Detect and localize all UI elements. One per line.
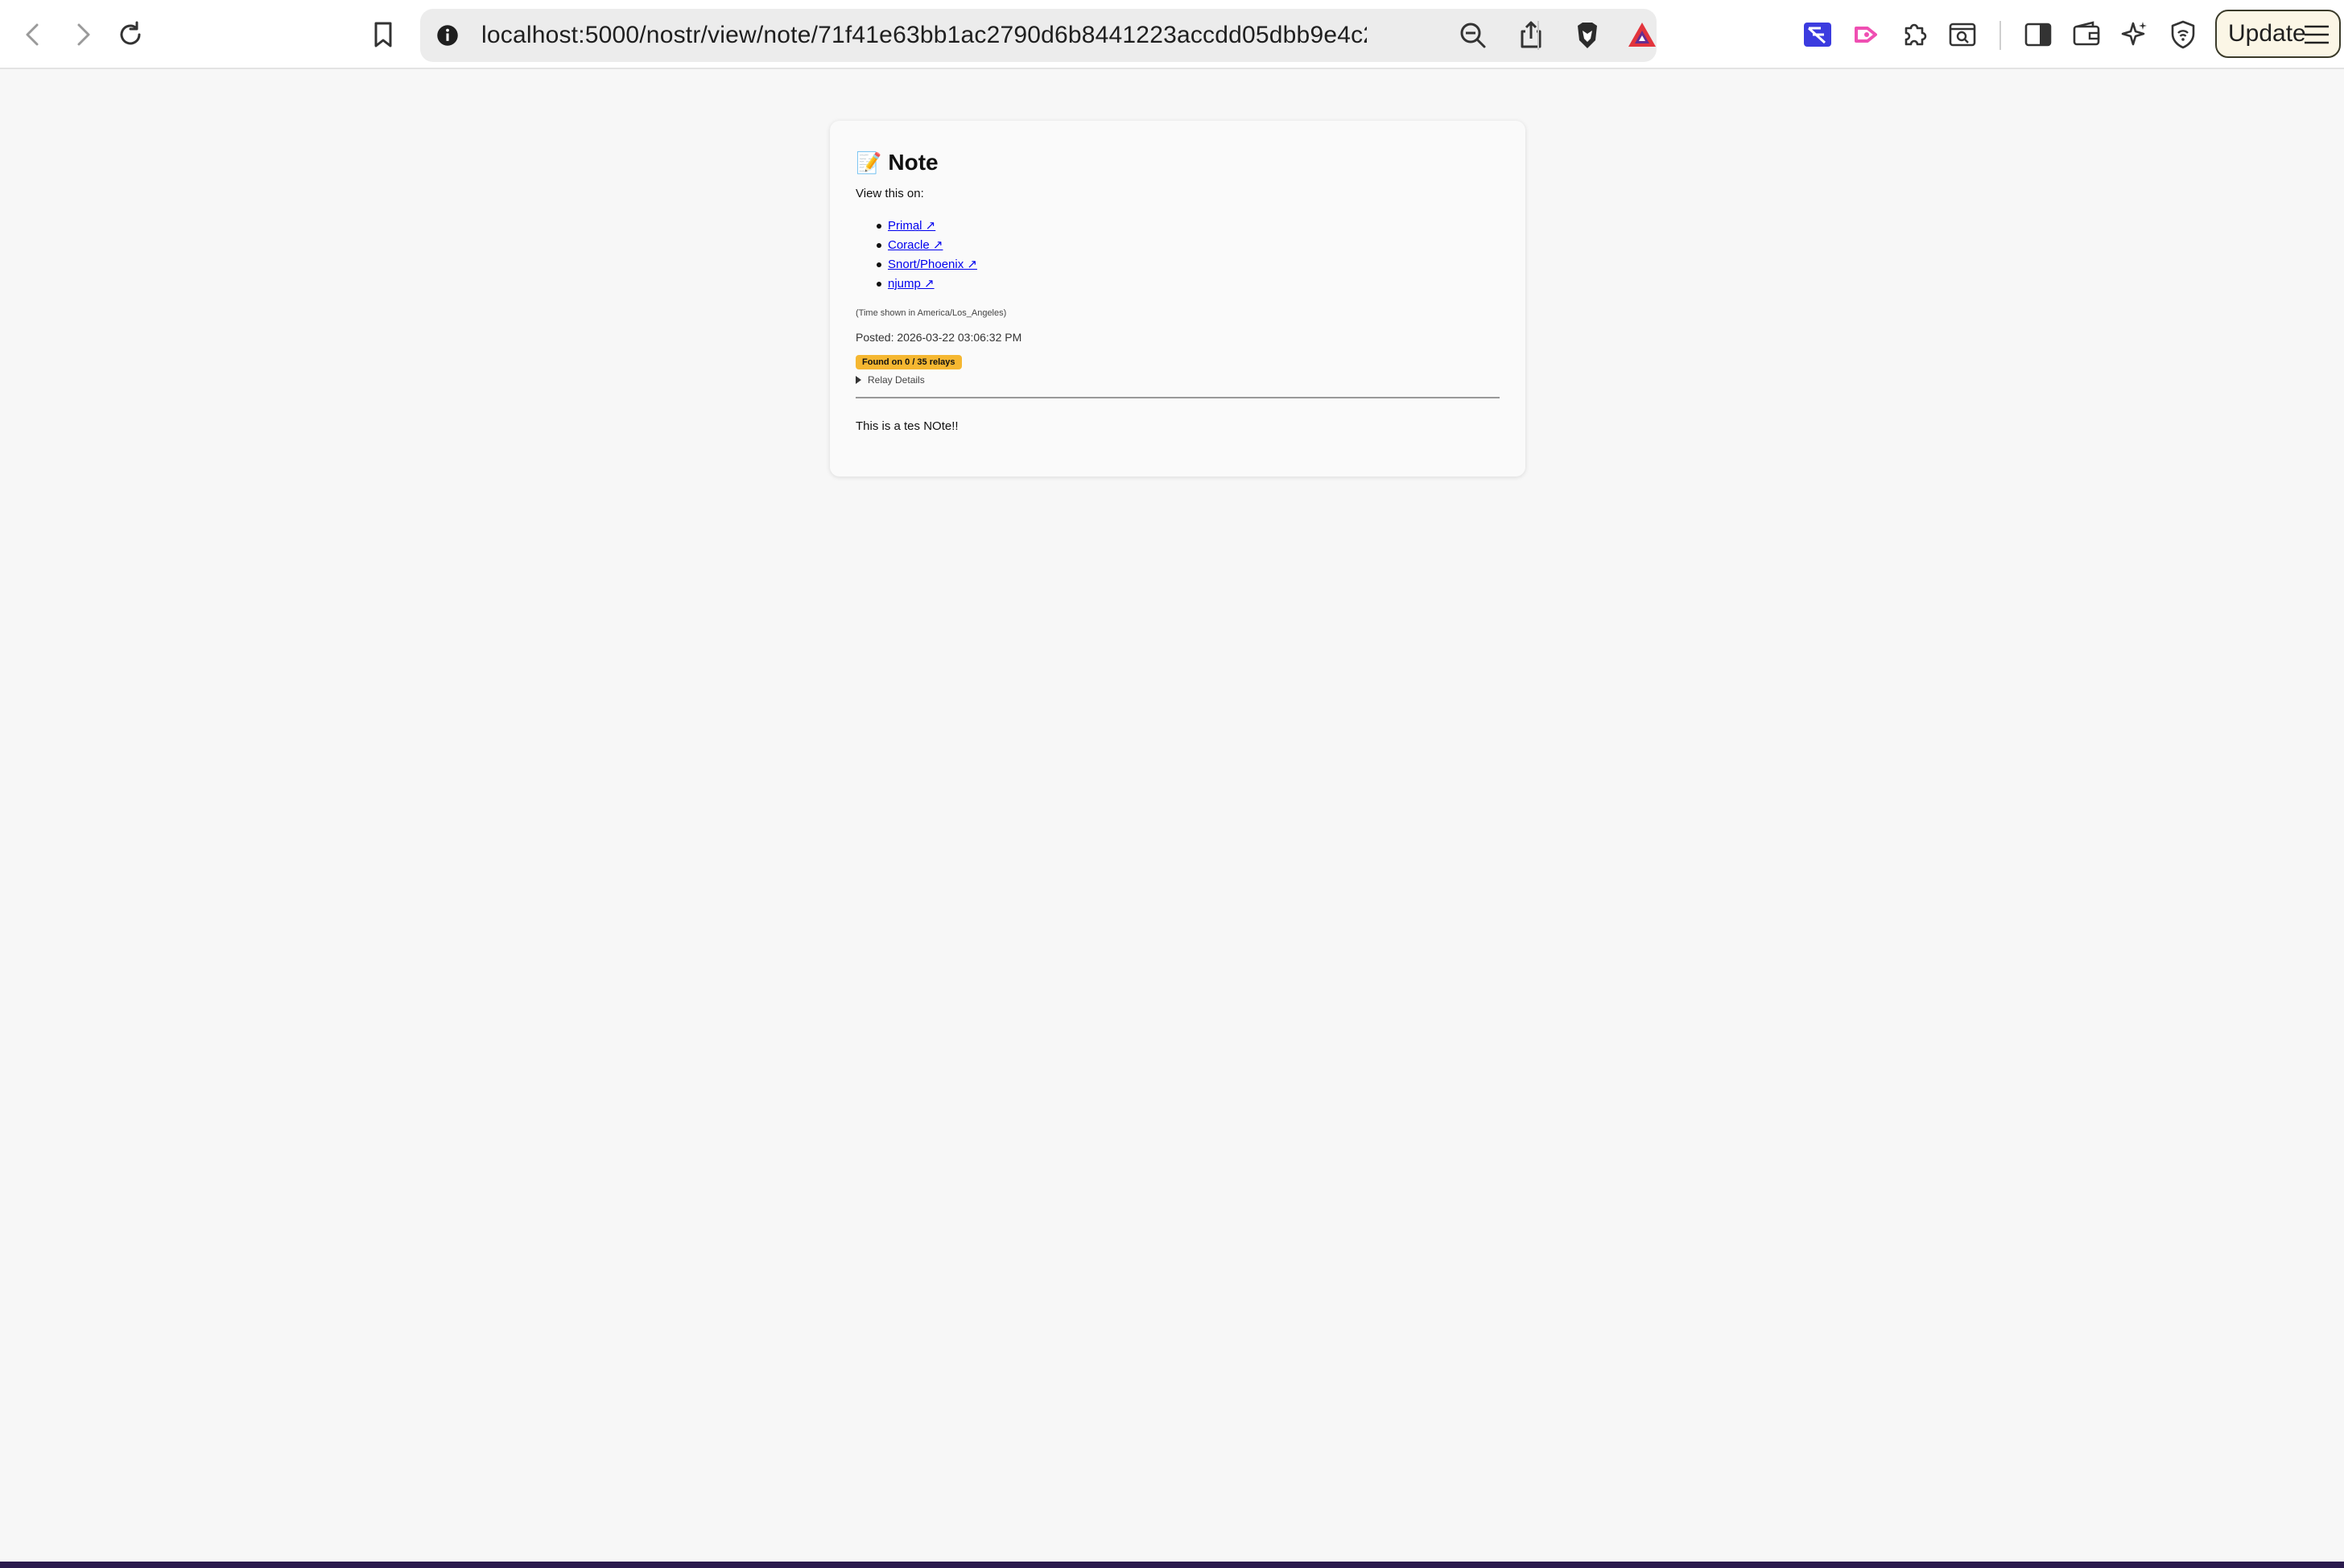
extension-2-button[interactable] <box>1847 15 1885 54</box>
primal-link[interactable]: Primal ↗ <box>888 219 935 233</box>
bat-triangle-icon <box>1628 23 1656 47</box>
note-content: This is a tes NOte!! <box>856 419 959 433</box>
timezone-note: (Time shown in America/Los_Angeles) <box>856 308 1007 318</box>
chevron-right-icon <box>77 23 90 46</box>
snort-phoenix-link[interactable]: Snort/Phoenix ↗ <box>888 258 977 271</box>
update-label: Update <box>2228 20 2306 47</box>
vpn-shield-icon <box>2171 20 2195 49</box>
relay-details-toggle[interactable]: Relay Details <box>856 374 1500 386</box>
extension-pink-icon <box>1855 27 1877 43</box>
wallet-icon <box>2073 21 2100 46</box>
url-separator <box>1537 21 1539 50</box>
extension-1-button[interactable] <box>1798 15 1837 54</box>
relay-details-label: Relay Details <box>868 374 925 386</box>
share-button[interactable] <box>1512 16 1550 55</box>
list-item: Snort/Phoenix ↗ <box>877 255 1500 274</box>
external-client-links: Primal ↗ Coracle ↗ Snort/Phoenix ↗ njump… <box>877 217 1500 294</box>
page-title: 📝 Note <box>856 146 1500 179</box>
window-search-icon <box>1949 23 1976 47</box>
extension-blue-icon <box>1804 23 1831 47</box>
vpn-button[interactable] <box>2164 15 2202 54</box>
list-item: Primal ↗ <box>877 217 1500 236</box>
url-text[interactable]: localhost:5000/nostr/view/note/71f41e63b… <box>481 9 1367 62</box>
reload-icon <box>120 21 141 45</box>
hamburger-menu-icon <box>2305 25 2329 44</box>
page-title-text: Note <box>888 150 939 175</box>
brave-shields-button[interactable] <box>1568 16 1607 55</box>
share-icon <box>1521 21 1541 48</box>
list-item: njump ↗ <box>877 274 1500 294</box>
reload-button[interactable] <box>111 15 150 54</box>
bottom-edge-bar <box>0 1562 2344 1568</box>
view-on-label: View this on: <box>856 187 924 200</box>
disclosure-triangle-icon <box>856 376 861 384</box>
note-card: 📝 Note View this on: Primal ↗ Coracle ↗ … <box>830 121 1525 477</box>
chevron-left-icon <box>26 23 39 46</box>
memo-icon: 📝 <box>856 150 882 175</box>
brave-lion-icon <box>1578 23 1597 48</box>
extensions-button[interactable] <box>1895 15 1933 54</box>
zoom-out-icon <box>1460 23 1486 48</box>
wallet-button[interactable] <box>2067 15 2106 54</box>
site-info-icon[interactable] <box>431 19 464 52</box>
bookmark-icon <box>374 22 392 47</box>
leo-ai-button[interactable] <box>2115 15 2154 54</box>
update-button[interactable]: Update <box>2215 10 2341 58</box>
back-button[interactable] <box>14 15 53 54</box>
forward-button[interactable] <box>63 15 101 54</box>
list-item: Coracle ↗ <box>877 236 1500 255</box>
divider <box>856 397 1500 398</box>
brave-rewards-button[interactable] <box>1623 16 1661 55</box>
posted-timestamp: Posted: 2026-03-22 03:06:32 PM <box>856 331 1022 344</box>
reader-mode-button[interactable] <box>1943 15 1982 54</box>
sparkle-icon <box>2121 22 2147 46</box>
zoom-button[interactable] <box>1454 16 1492 55</box>
bookmark-button[interactable] <box>364 15 402 54</box>
toolbar-divider <box>1999 21 2001 50</box>
sidebar-icon <box>2024 23 2052 47</box>
sidebar-toggle-button[interactable] <box>2019 15 2057 54</box>
njump-link[interactable]: njump ↗ <box>888 277 935 291</box>
coracle-link[interactable]: Coracle ↗ <box>888 238 943 252</box>
relay-status-badge: Found on 0 / 35 relays <box>856 355 962 369</box>
puzzle-icon <box>1904 23 1927 46</box>
browser-toolbar: localhost:5000/nostr/view/note/71f41e63b… <box>0 0 2344 69</box>
address-bar[interactable]: localhost:5000/nostr/view/note/71f41e63b… <box>420 9 1657 62</box>
